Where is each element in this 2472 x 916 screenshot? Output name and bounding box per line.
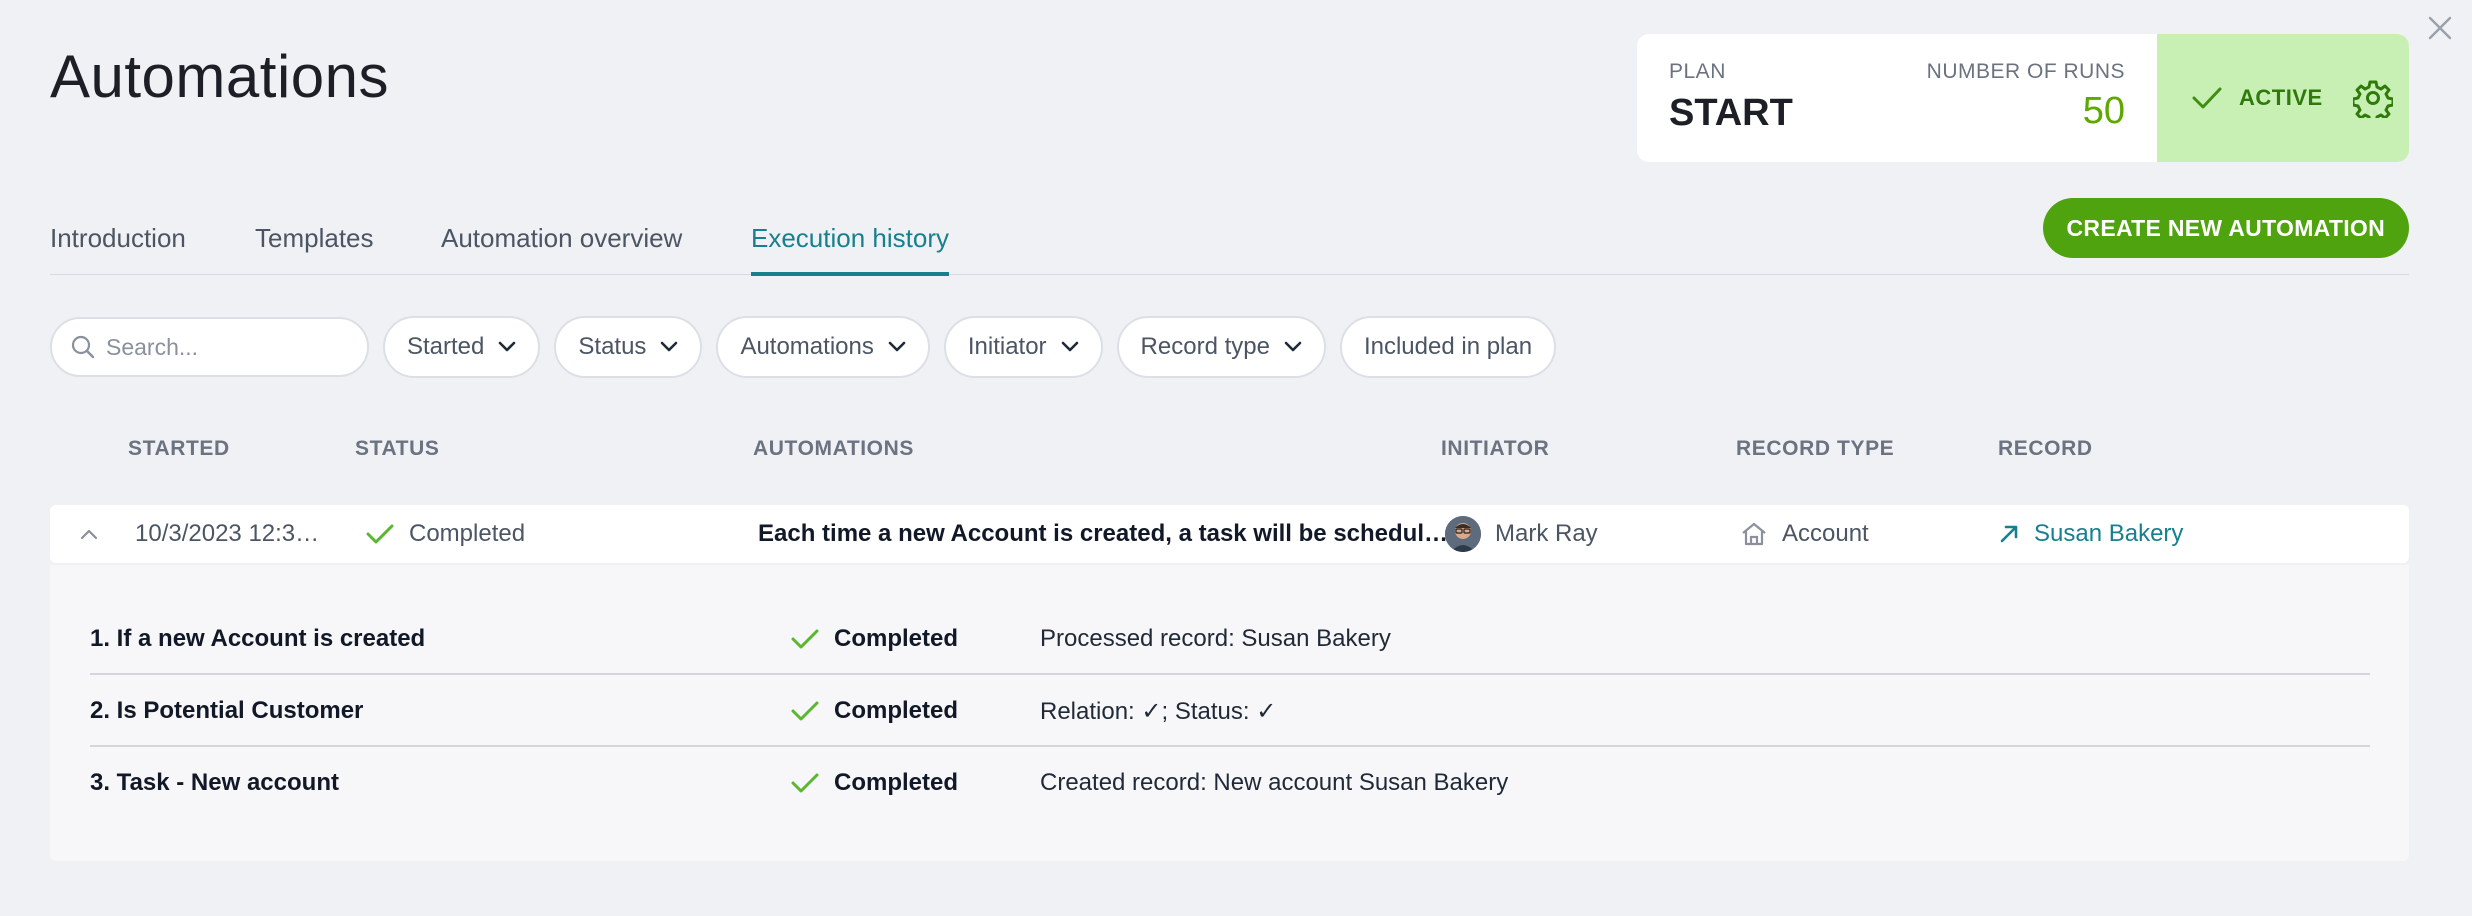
step-status-label: Completed bbox=[834, 769, 959, 796]
chevron-up-icon bbox=[80, 529, 98, 540]
close-button[interactable] bbox=[2422, 10, 2458, 46]
plan-info: PLAN START NUMBER OF RUNS 50 bbox=[1637, 34, 2157, 162]
tab-execution-history[interactable]: Execution history bbox=[751, 223, 949, 276]
search-input[interactable] bbox=[106, 333, 346, 361]
step-status: Completed bbox=[790, 603, 958, 675]
row-initiator: Mark Ray bbox=[1445, 505, 1598, 563]
filter-started[interactable]: Started bbox=[383, 316, 541, 378]
row-record-label: Susan Bakery bbox=[2034, 520, 2184, 547]
runs-value: 50 bbox=[2082, 90, 2125, 132]
step-status-label: Completed bbox=[834, 625, 959, 652]
filter-record-type[interactable]: Record type bbox=[1116, 316, 1326, 378]
filter-status[interactable]: Status bbox=[554, 316, 703, 378]
row-record-link[interactable]: Susan Bakery bbox=[1998, 505, 2183, 563]
search-box bbox=[50, 317, 369, 377]
filter-record-type-label: Record type bbox=[1140, 333, 1270, 360]
filter-included-in-plan[interactable]: Included in plan bbox=[1339, 316, 1557, 378]
step-detail: Processed record: Susan Bakery bbox=[1040, 625, 1391, 652]
filter-bar: Started Status Automations Initiator Rec… bbox=[50, 316, 1557, 378]
tab-introduction[interactable]: Introduction bbox=[50, 223, 186, 272]
filter-initiator-label: Initiator bbox=[967, 333, 1047, 360]
tab-automation-overview[interactable]: Automation overview bbox=[441, 223, 682, 272]
step-detail: Created record: New account Susan Bakery bbox=[1040, 769, 1509, 796]
plan-card: PLAN START NUMBER OF RUNS 50 ACTIVE bbox=[1637, 34, 2409, 162]
home-icon bbox=[1742, 522, 1766, 546]
filter-included-label: Included in plan bbox=[1363, 333, 1533, 360]
column-header-status[interactable]: STATUS bbox=[355, 437, 439, 461]
step-status: Completed bbox=[790, 747, 958, 819]
step-name: 2. Is Potential Customer bbox=[90, 697, 364, 724]
filter-automations-label: Automations bbox=[740, 333, 874, 360]
arrow-up-right-icon bbox=[2000, 525, 2018, 543]
filter-status-label: Status bbox=[578, 333, 647, 360]
check-icon bbox=[791, 773, 819, 793]
step-name: 1. If a new Account is created bbox=[90, 625, 426, 652]
row-record-type-label: Account bbox=[1782, 520, 1869, 547]
row-initiator-name: Mark Ray bbox=[1495, 520, 1598, 547]
row-started: 10/3/2023 12:3… bbox=[135, 520, 320, 547]
table-row[interactable]: 10/3/2023 12:3… Completed Each time a ne… bbox=[50, 505, 2409, 563]
step-status: Completed bbox=[790, 675, 958, 747]
row-status-label: Completed bbox=[409, 520, 526, 547]
execution-steps-panel: 1. If a new Account is created Completed… bbox=[50, 565, 2409, 861]
avatar bbox=[1445, 516, 1481, 552]
row-record-type: Account bbox=[1740, 505, 1869, 563]
check-icon bbox=[791, 629, 819, 649]
row-status: Completed bbox=[365, 505, 525, 563]
column-header-initiator[interactable]: INITIATOR bbox=[1441, 437, 1549, 461]
list-item: 2. Is Potential Customer Completed Relat… bbox=[90, 675, 2370, 747]
plan-settings-button[interactable] bbox=[2352, 78, 2393, 118]
check-icon bbox=[2192, 87, 2222, 109]
filter-started-label: Started bbox=[407, 333, 485, 360]
list-item: 3. Task - New account Completed Created … bbox=[90, 747, 2370, 819]
step-status-label: Completed bbox=[834, 697, 959, 724]
list-item: 1. If a new Account is created Completed… bbox=[90, 603, 2370, 675]
chevron-down-icon bbox=[661, 341, 678, 352]
chevron-down-icon bbox=[499, 341, 516, 352]
search-icon bbox=[71, 335, 95, 359]
plan-label: PLAN bbox=[1669, 60, 1726, 83]
collapse-row-button[interactable] bbox=[80, 505, 98, 563]
column-header-automations[interactable]: AUTOMATIONS bbox=[753, 437, 914, 461]
runs-label: NUMBER OF RUNS bbox=[1926, 60, 2125, 83]
tab-templates[interactable]: Templates bbox=[255, 223, 374, 272]
chevron-down-icon bbox=[888, 341, 906, 352]
create-new-automation-button[interactable]: CREATE NEW AUTOMATION bbox=[2042, 198, 2409, 258]
chevron-down-icon bbox=[1061, 341, 1078, 352]
plan-value: START bbox=[1669, 92, 1793, 134]
active-status-label: ACTIVE bbox=[2239, 85, 2323, 110]
gear-icon bbox=[2352, 80, 2393, 118]
filter-automations[interactable]: Automations bbox=[716, 316, 930, 378]
chevron-down-icon bbox=[1284, 341, 1302, 352]
column-header-started[interactable]: STARTED bbox=[128, 437, 230, 461]
active-status-panel: ACTIVE bbox=[2157, 34, 2409, 162]
row-automation: Each time a new Account is created, a ta… bbox=[758, 520, 1449, 547]
step-name: 3. Task - New account bbox=[90, 769, 339, 796]
close-icon bbox=[2428, 16, 2452, 40]
step-detail: Relation: ✓; Status: ✓ bbox=[1040, 697, 1277, 725]
check-icon bbox=[791, 701, 819, 721]
column-header-record-type[interactable]: RECORD TYPE bbox=[1736, 437, 1894, 461]
filter-initiator[interactable]: Initiator bbox=[943, 316, 1103, 378]
column-header-record[interactable]: RECORD bbox=[1998, 437, 2093, 461]
page-title: Automations bbox=[50, 43, 390, 110]
check-icon bbox=[366, 524, 394, 544]
